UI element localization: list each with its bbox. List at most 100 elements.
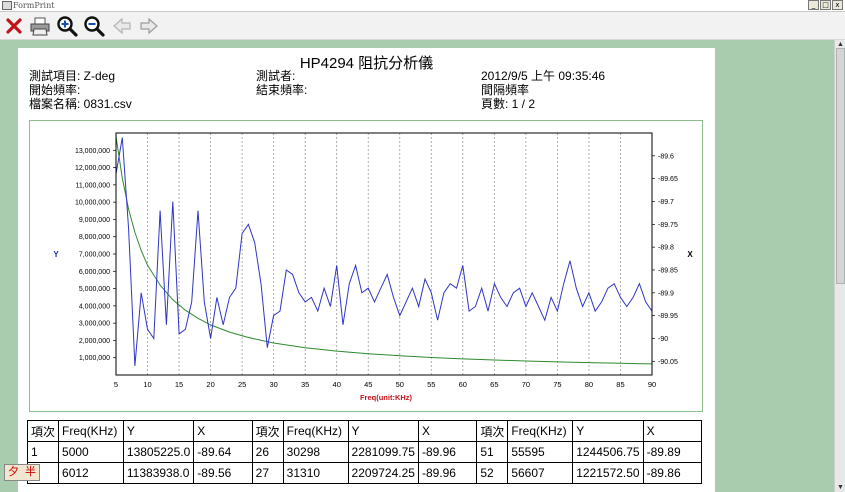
x-tick-label: 55 — [427, 380, 435, 389]
x-tick-label: 20 — [206, 380, 214, 389]
table-cell: 27 — [251, 462, 284, 484]
y2-tick-label: -89.65 — [658, 176, 678, 183]
x-tick-label: 45 — [364, 380, 372, 389]
table-header-cell: Freq(KHz) — [58, 420, 124, 442]
x-tick-label: 70 — [522, 380, 530, 389]
ime-status-bar[interactable]: 夕 半 — [4, 464, 40, 481]
table-header-cell: Y — [347, 420, 419, 442]
window-title-bar: FormPrint _ □ x — [0, 0, 845, 12]
y-tick-label: 5,000,000 — [79, 286, 110, 293]
scroll-thumb[interactable] — [836, 48, 845, 284]
forward-arrow-icon — [140, 17, 158, 35]
y-tick-label: 8,000,000 — [79, 234, 110, 241]
table-cell: 51 — [476, 441, 509, 463]
table-cell: 1244506.75 — [572, 441, 644, 463]
x-tick-label: 75 — [553, 380, 561, 389]
y-tick-label: 13,000,000 — [75, 148, 110, 155]
y-tick-label: 3,000,000 — [79, 321, 110, 328]
y2-tick-label: -89.7 — [658, 199, 674, 206]
impedance-chart: 5 10 15 20 25 30 35 40 45 50 55 60 65 70 75 80 85 90 1,000… — [53, 132, 693, 402]
scroll-down-icon[interactable]: ▼ — [836, 483, 845, 492]
table-cell: -89.64 — [193, 441, 253, 463]
table-cell: -89.56 — [193, 462, 253, 484]
table-row: 1 5000 13805225.0 -89.64 26 30298 2281099.75 -8… — [26, 441, 703, 463]
y-tick-label: 12,000,000 — [75, 165, 110, 172]
x-tick-label: 10 — [143, 380, 151, 389]
table-cell: 2209724.25 — [347, 462, 419, 484]
y-tick-label: 10,000,000 — [75, 200, 110, 207]
y2-tick-label: -89.95 — [658, 313, 678, 320]
table-header-cell: X — [193, 420, 253, 442]
ime-width-indicator[interactable]: 半 — [22, 465, 39, 480]
x-tick-label: 50 — [396, 380, 404, 389]
zoom-in-button[interactable] — [56, 15, 78, 37]
table-cell: 6012 — [58, 462, 124, 484]
next-page-button[interactable] — [138, 15, 160, 37]
x-tick-label: 60 — [459, 380, 467, 389]
table-header-cell: 項次 — [476, 420, 509, 442]
interval-frequency: 間隔頻率 — [481, 83, 530, 97]
window-title: FormPrint — [13, 1, 55, 10]
table-cell: -89.96 — [417, 462, 478, 484]
toolbar — [0, 12, 845, 40]
zoom-out-button[interactable] — [83, 15, 105, 37]
table-header-cell: 項次 — [26, 420, 60, 442]
y-tick-label: 2,000,000 — [79, 338, 110, 345]
table-cell: 13805225.0 — [122, 441, 195, 463]
table-cell: 11383938.0 — [122, 462, 195, 484]
page-count: 頁數: 1 / 2 — [481, 97, 536, 111]
report-page: HP4294 阻抗分析儀 測試項目: Z-deg 測試者: 2012/9/5 上… — [18, 48, 715, 492]
x-tick-label: 30 — [269, 380, 277, 389]
table-cell: 56607 — [507, 462, 574, 484]
table-cell: -89.86 — [642, 462, 703, 484]
y2-tick-label: -89.85 — [658, 267, 678, 274]
printer-icon — [30, 17, 50, 36]
x-tick-label: 25 — [238, 380, 246, 389]
table-cell: 55595 — [507, 441, 574, 463]
plot-area — [116, 133, 652, 375]
y2-tick-label: -89.6 — [658, 153, 674, 160]
y-axis-label: Y — [53, 250, 59, 259]
table-header-cell: X — [417, 420, 478, 442]
maximize-button[interactable]: □ — [820, 0, 831, 10]
y2-tick-label: -90.05 — [658, 359, 678, 366]
close-icon — [6, 18, 22, 34]
y-tick-label: 11,000,000 — [75, 182, 110, 189]
y-tick-label: 6,000,000 — [79, 269, 110, 276]
table-cell: 52 — [476, 462, 509, 484]
table-cell: 26 — [251, 441, 284, 463]
start-frequency: 開始頻率: — [29, 83, 81, 97]
back-arrow-icon — [113, 17, 131, 35]
table-cell: -89.89 — [642, 441, 703, 463]
zoom-out-icon — [84, 16, 105, 37]
table-cell: 2281099.75 — [347, 441, 419, 463]
data-table: 項次 Freq(KHz) Y X 項次 Freq(KHz) Y X 項次 Freq(KHz) Y X 1… — [26, 420, 703, 484]
print-button[interactable] — [29, 15, 51, 37]
x-tick-label: 5 — [114, 380, 118, 389]
x-tick-label: 80 — [585, 380, 593, 389]
vertical-scrollbar[interactable]: ▲ ▼ — [834, 40, 845, 492]
test-item: 測試項目: Z-deg — [29, 69, 116, 83]
y-tick-label: 7,000,000 — [79, 252, 110, 259]
table-cell: 30298 — [282, 441, 349, 463]
report-datetime: 2012/9/5 上午 09:35:46 — [481, 69, 606, 83]
table-header-cell: Freq(KHz) — [282, 420, 349, 442]
x-tick-label: 35 — [301, 380, 309, 389]
previous-page-button[interactable] — [111, 15, 133, 37]
x-tick-label: 40 — [333, 380, 341, 389]
x-tick-label: 90 — [648, 380, 656, 389]
report-title: HP4294 阻抗分析儀 — [299, 55, 434, 72]
y2-tick-label: -90 — [658, 336, 668, 343]
close-window-button[interactable]: x — [832, 0, 843, 10]
y2-tick-label: -89.75 — [658, 222, 678, 229]
table-cell: 5000 — [58, 441, 124, 463]
y-tick-label: 9,000,000 — [79, 217, 110, 224]
ime-mode-indicator[interactable]: 夕 — [5, 465, 22, 480]
minimize-button[interactable]: _ — [808, 0, 819, 10]
end-frequency: 結束頻率: — [256, 83, 308, 97]
y2-axis-label: X — [687, 250, 693, 259]
table-cell: 1221572.50 — [572, 462, 644, 484]
y-tick-label: 4,000,000 — [79, 303, 110, 310]
close-button[interactable] — [3, 15, 25, 37]
file-name: 檔案名稱: 0831.csv — [29, 97, 132, 111]
